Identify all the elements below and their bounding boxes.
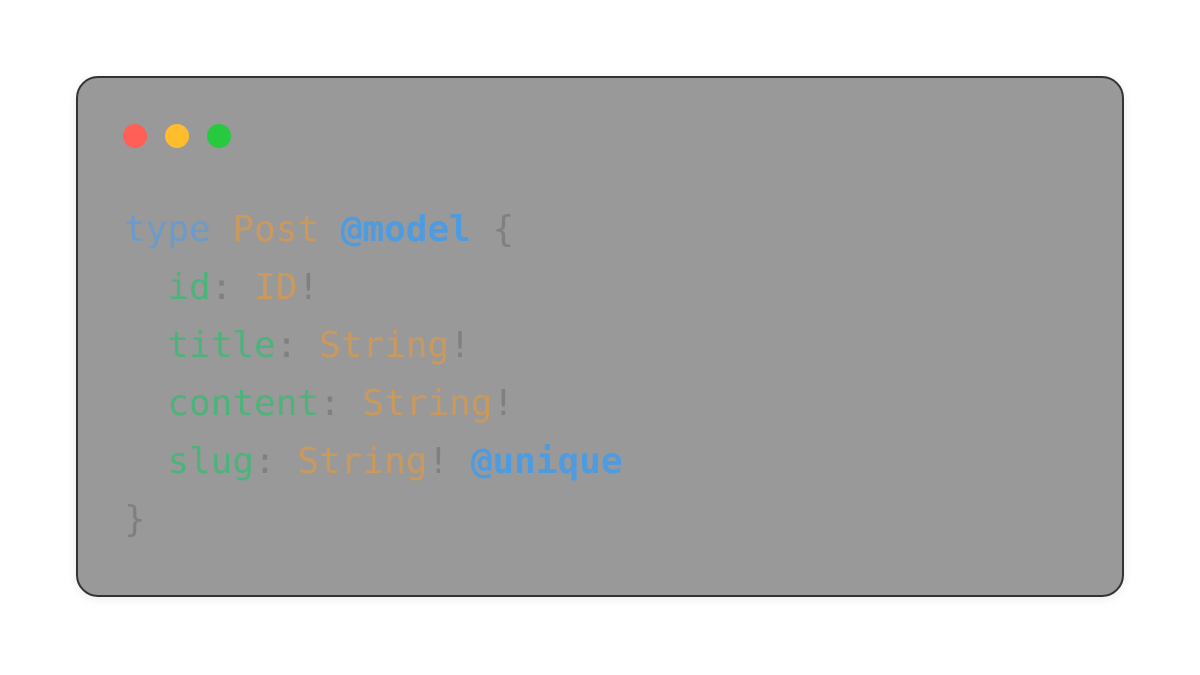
code-token-punctuation: ! [297, 267, 320, 308]
code-token-punctuation [211, 209, 233, 250]
code-token-punctuation: } [124, 499, 146, 540]
code-token-field: title [167, 325, 276, 366]
close-dot-icon[interactable] [123, 124, 147, 148]
code-token-punctuation: : [254, 441, 298, 482]
code-line: title: String! [124, 317, 623, 375]
code-token-field: content [167, 383, 320, 424]
code-line: } [124, 491, 623, 549]
code-token-punctuation [124, 441, 167, 482]
code-token-punctuation: : [210, 267, 255, 308]
code-line: type Post @model { [124, 201, 623, 259]
code-token-punctuation: : [319, 383, 363, 424]
code-token-punctuation: ! [449, 325, 471, 366]
maximize-dot-icon[interactable] [207, 124, 231, 148]
code-line: id: ID! [124, 259, 623, 317]
minimize-dot-icon[interactable] [165, 124, 189, 148]
code-token-punctuation: ! [492, 383, 515, 424]
code-token-type: ID [254, 267, 298, 308]
code-token-directive: @unique [470, 441, 623, 482]
code-token-type: Post [232, 209, 320, 250]
code-token-punctuation [319, 209, 341, 250]
code-token-punctuation: ! [427, 441, 471, 482]
code-window: type Post @model { id: ID! title: String… [76, 76, 1124, 597]
code-token-field: id [167, 267, 211, 308]
code-token-punctuation [124, 325, 167, 366]
code-token-field: slug [167, 441, 255, 482]
code-token-keyword: type [124, 209, 211, 250]
code-block: type Post @model { id: ID! title: String… [124, 201, 623, 549]
code-token-punctuation [124, 267, 167, 308]
code-line: slug: String! @unique [124, 433, 623, 491]
code-token-type: String [362, 383, 493, 424]
code-token-type: String [319, 325, 450, 366]
code-line: content: String! [124, 375, 623, 433]
code-token-punctuation: : [275, 325, 320, 366]
code-token-directive: @model [340, 209, 471, 250]
code-token-punctuation: { [470, 209, 515, 250]
code-token-punctuation [124, 383, 167, 424]
code-token-type: String [297, 441, 428, 482]
